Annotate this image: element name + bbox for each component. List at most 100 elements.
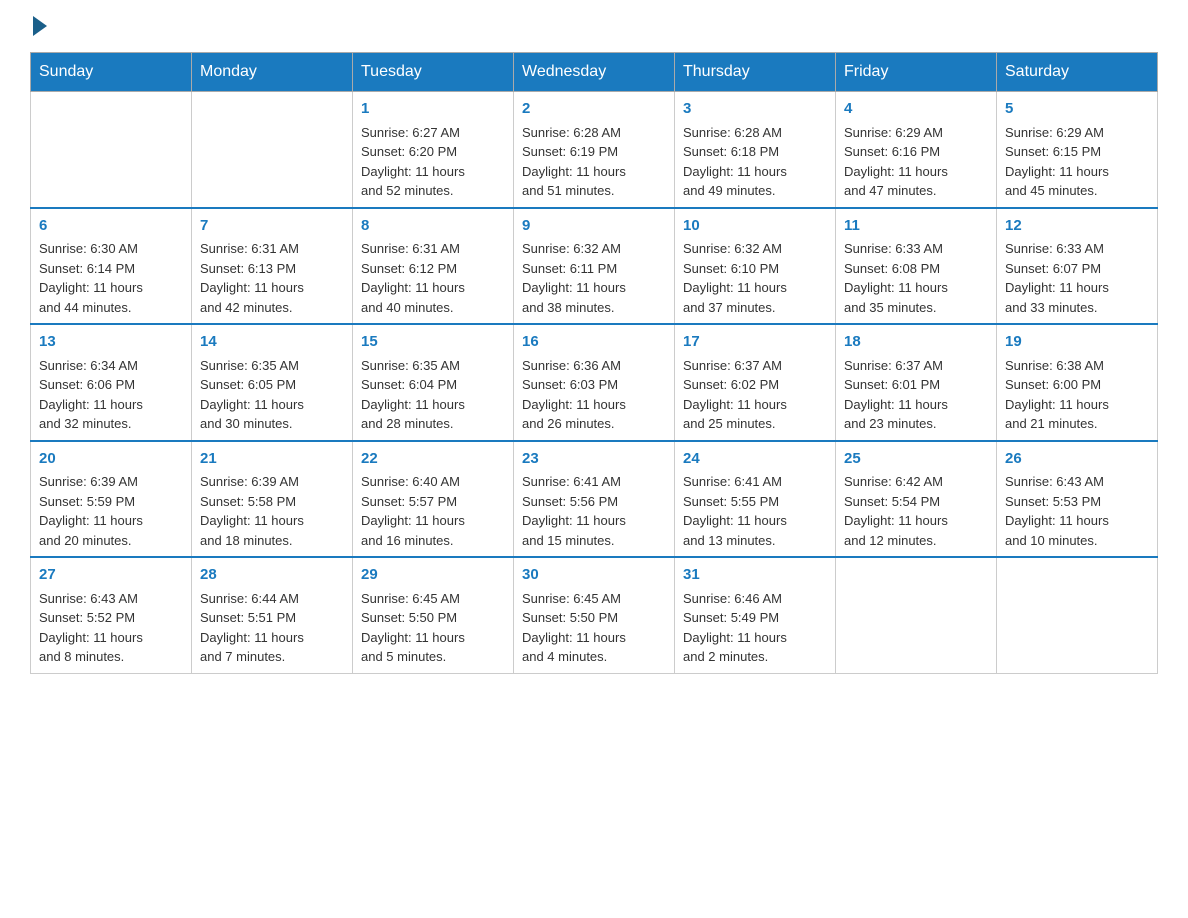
calendar-cell: 29Sunrise: 6:45 AMSunset: 5:50 PMDayligh… [353,557,514,673]
day-info-line: Daylight: 11 hours [522,162,666,182]
day-info-line: Sunrise: 6:43 AM [1005,472,1149,492]
day-info-line: and 38 minutes. [522,298,666,318]
day-info-line: Sunset: 6:18 PM [683,142,827,162]
day-info-line: Sunset: 5:52 PM [39,608,183,628]
day-info-line: and 30 minutes. [200,414,344,434]
day-info-line: Daylight: 11 hours [844,511,988,531]
calendar-cell: 2Sunrise: 6:28 AMSunset: 6:19 PMDaylight… [514,92,675,208]
day-info-line: Daylight: 11 hours [683,162,827,182]
day-info-line: Sunset: 6:06 PM [39,375,183,395]
day-info-line: Daylight: 11 hours [361,395,505,415]
calendar-cell: 17Sunrise: 6:37 AMSunset: 6:02 PMDayligh… [675,324,836,441]
weekday-header-sunday: Sunday [31,53,192,92]
day-info-line: Sunrise: 6:28 AM [683,123,827,143]
day-info-line: Sunrise: 6:36 AM [522,356,666,376]
calendar-week-row: 6Sunrise: 6:30 AMSunset: 6:14 PMDaylight… [31,208,1158,325]
calendar-cell: 14Sunrise: 6:35 AMSunset: 6:05 PMDayligh… [192,324,353,441]
day-info-line: Daylight: 11 hours [522,395,666,415]
weekday-header-thursday: Thursday [675,53,836,92]
day-info-line: and 37 minutes. [683,298,827,318]
day-number: 31 [683,564,827,587]
day-number: 21 [200,448,344,471]
calendar-cell: 25Sunrise: 6:42 AMSunset: 5:54 PMDayligh… [836,441,997,558]
calendar-cell: 18Sunrise: 6:37 AMSunset: 6:01 PMDayligh… [836,324,997,441]
day-info-line: Daylight: 11 hours [200,278,344,298]
day-info-line: Sunset: 5:53 PM [1005,492,1149,512]
day-info-line: and 7 minutes. [200,647,344,667]
calendar-week-row: 13Sunrise: 6:34 AMSunset: 6:06 PMDayligh… [31,324,1158,441]
day-info-line: Sunrise: 6:30 AM [39,239,183,259]
day-info-line: Daylight: 11 hours [1005,162,1149,182]
calendar-cell: 5Sunrise: 6:29 AMSunset: 6:15 PMDaylight… [997,92,1158,208]
day-info-line: Sunset: 6:11 PM [522,259,666,279]
day-info-line: Daylight: 11 hours [200,511,344,531]
day-number: 16 [522,331,666,354]
calendar-cell: 13Sunrise: 6:34 AMSunset: 6:06 PMDayligh… [31,324,192,441]
day-info-line: Sunset: 6:16 PM [844,142,988,162]
calendar-cell [997,557,1158,673]
day-info-line: and 13 minutes. [683,531,827,551]
calendar-cell: 15Sunrise: 6:35 AMSunset: 6:04 PMDayligh… [353,324,514,441]
day-info-line: and 49 minutes. [683,181,827,201]
day-info-line: and 52 minutes. [361,181,505,201]
day-info-line: Sunset: 6:07 PM [1005,259,1149,279]
calendar-cell: 6Sunrise: 6:30 AMSunset: 6:14 PMDaylight… [31,208,192,325]
weekday-header-monday: Monday [192,53,353,92]
day-number: 3 [683,98,827,121]
day-info-line: Sunrise: 6:37 AM [683,356,827,376]
day-info-line: and 40 minutes. [361,298,505,318]
day-info-line: Sunrise: 6:31 AM [361,239,505,259]
calendar-cell [836,557,997,673]
day-info-line: Sunrise: 6:31 AM [200,239,344,259]
day-info-line: Daylight: 11 hours [683,395,827,415]
weekday-header-row: SundayMondayTuesdayWednesdayThursdayFrid… [31,53,1158,92]
day-info-line: Sunrise: 6:35 AM [200,356,344,376]
calendar-week-row: 1Sunrise: 6:27 AMSunset: 6:20 PMDaylight… [31,92,1158,208]
day-info-line: and 4 minutes. [522,647,666,667]
day-info-line: Daylight: 11 hours [361,628,505,648]
day-number: 9 [522,215,666,238]
day-info-line: Daylight: 11 hours [39,511,183,531]
day-number: 19 [1005,331,1149,354]
calendar-cell [31,92,192,208]
day-info-line: Daylight: 11 hours [522,511,666,531]
day-number: 18 [844,331,988,354]
day-info-line: Sunset: 6:12 PM [361,259,505,279]
day-info-line: Daylight: 11 hours [39,628,183,648]
day-info-line: and 44 minutes. [39,298,183,318]
day-info-line: and 51 minutes. [522,181,666,201]
day-info-line: Sunrise: 6:44 AM [200,589,344,609]
day-info-line: Daylight: 11 hours [1005,511,1149,531]
day-info-line: Daylight: 11 hours [683,628,827,648]
logo-arrow-icon [33,16,47,36]
day-info-line: Daylight: 11 hours [683,278,827,298]
day-info-line: Sunset: 6:20 PM [361,142,505,162]
day-number: 26 [1005,448,1149,471]
day-info-line: Daylight: 11 hours [39,278,183,298]
day-info-line: Sunrise: 6:29 AM [844,123,988,143]
day-number: 22 [361,448,505,471]
day-info-line: Sunrise: 6:43 AM [39,589,183,609]
day-info-line: and 12 minutes. [844,531,988,551]
day-info-line: Sunset: 6:13 PM [200,259,344,279]
day-info-line: and 33 minutes. [1005,298,1149,318]
day-info-line: Daylight: 11 hours [522,278,666,298]
day-number: 15 [361,331,505,354]
day-info-line: Sunset: 5:58 PM [200,492,344,512]
day-info-line: Sunrise: 6:37 AM [844,356,988,376]
day-info-line: Sunrise: 6:42 AM [844,472,988,492]
day-info-line: Daylight: 11 hours [1005,278,1149,298]
day-info-line: Daylight: 11 hours [844,395,988,415]
day-info-line: Sunset: 6:19 PM [522,142,666,162]
day-number: 12 [1005,215,1149,238]
day-info-line: and 32 minutes. [39,414,183,434]
day-info-line: Sunrise: 6:33 AM [1005,239,1149,259]
calendar-cell [192,92,353,208]
day-info-line: and 28 minutes. [361,414,505,434]
day-number: 6 [39,215,183,238]
calendar-cell: 31Sunrise: 6:46 AMSunset: 5:49 PMDayligh… [675,557,836,673]
day-info-line: Sunrise: 6:27 AM [361,123,505,143]
day-info-line: and 2 minutes. [683,647,827,667]
day-info-line: Daylight: 11 hours [200,395,344,415]
day-info-line: Daylight: 11 hours [844,162,988,182]
